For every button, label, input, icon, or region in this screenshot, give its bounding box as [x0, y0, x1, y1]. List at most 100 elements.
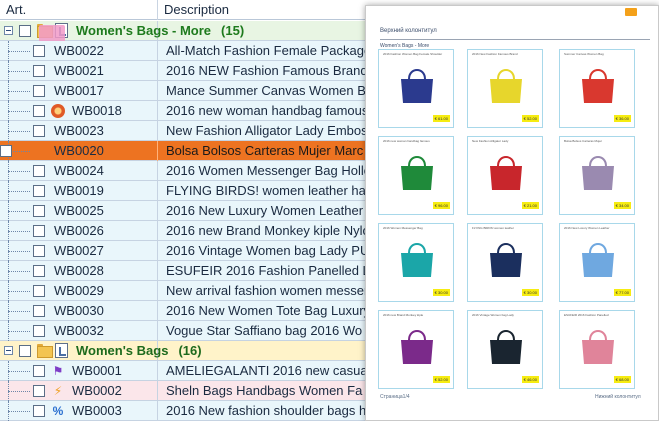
- product-price: € 61.00: [432, 115, 450, 122]
- handbag-image: [582, 330, 614, 364]
- handbag-image: [582, 69, 614, 103]
- product-card-caption: 2016 new woman handbag famous: [383, 140, 430, 143]
- product-price: € 68.00: [613, 376, 631, 383]
- product-price: € 34.00: [613, 202, 631, 209]
- product-card-caption: 2016 Vintage Women bag Lady: [472, 314, 514, 317]
- product-card[interactable]: FLYING BIRDS! women leather € 30.00: [467, 223, 543, 302]
- art-number: WB0019: [54, 183, 104, 198]
- product-card-caption: 2016 new Brand Monkey kiple: [383, 314, 424, 317]
- art-cell: WB0032: [0, 321, 158, 341]
- percent-icon: %: [52, 404, 64, 418]
- description-column-header[interactable]: Description: [158, 0, 368, 20]
- art-number: WB0026: [54, 223, 104, 238]
- row-checkbox[interactable]: [33, 325, 45, 337]
- row-checkbox[interactable]: [33, 285, 45, 297]
- product-price: € 30.00: [432, 289, 450, 296]
- row-checkbox[interactable]: [33, 245, 45, 257]
- row-checkbox[interactable]: [33, 205, 45, 217]
- tree-branch: [8, 271, 30, 272]
- tree-branch: [8, 231, 30, 232]
- art-cell: WB0021: [0, 61, 158, 81]
- product-price: € 46.00: [521, 376, 539, 383]
- row-checkbox[interactable]: [33, 265, 45, 277]
- lightning-icon: ⚡: [53, 384, 63, 398]
- row-checkbox[interactable]: [33, 385, 45, 397]
- product-card-caption: 2016 New Fashion Famous Brand: [472, 53, 518, 56]
- art-number: WB0020: [54, 143, 104, 158]
- art-cell: ⚡ WB0002: [0, 381, 158, 401]
- row-checkbox[interactable]: [33, 105, 45, 117]
- product-price: € 21.00: [521, 202, 539, 209]
- product-price: € 52.00: [432, 376, 450, 383]
- header-divider: [380, 39, 650, 40]
- product-card-caption: FLYING BIRDS! women leather: [472, 227, 514, 230]
- row-checkbox[interactable]: [33, 185, 45, 197]
- group-count: (15): [221, 23, 245, 38]
- row-checkbox[interactable]: [33, 405, 45, 417]
- art-number: WB0032: [54, 323, 104, 338]
- tree-branch: [8, 371, 30, 372]
- product-card[interactable]: 2016 Fashion Women Bag Female Shoulder € …: [378, 49, 454, 128]
- art-number: WB0003: [72, 403, 122, 418]
- art-cell: WB0027: [0, 241, 158, 261]
- product-card[interactable]: New Fashion Alligator Lady € 21.00: [467, 136, 543, 215]
- art-number: WB0017: [54, 83, 104, 98]
- row-checkbox[interactable]: [33, 85, 45, 97]
- tree-branch: [8, 251, 30, 252]
- art-cell: WB0023: [0, 121, 158, 141]
- page-footer-right: Нижний колонтитул: [595, 394, 641, 400]
- product-card-caption: 2016 New Luxury Women Leather: [564, 227, 610, 230]
- description-cell: Bolsa Bolsos Carteras Mujer Marc: [166, 143, 364, 158]
- art-number: WB0024: [54, 163, 104, 178]
- handbag-image: [401, 69, 433, 103]
- tree-branch: [8, 191, 30, 192]
- art-cell: WB0022: [0, 41, 158, 61]
- row-checkbox[interactable]: [0, 145, 12, 157]
- handbag-image: [401, 156, 433, 190]
- preview-toolbar-icon[interactable]: [625, 8, 637, 16]
- print-preview-page[interactable]: Верхний колонтитул Women's Bags - More 2…: [365, 5, 659, 421]
- product-card[interactable]: 2016 Vintage Women bag Lady € 46.00: [467, 310, 543, 389]
- product-card[interactable]: Summer Canvas Women Bag € 36.00: [559, 49, 635, 128]
- product-card[interactable]: 2016 New Fashion Famous Brand € 52.00: [467, 49, 543, 128]
- product-card[interactable]: 2016 new Brand Monkey kiple € 52.00: [378, 310, 454, 389]
- product-card-caption: ESUFEIR 2016 Fashion Panelled: [564, 314, 609, 317]
- tree-branch: [8, 391, 30, 392]
- row-checkbox[interactable]: [33, 125, 45, 137]
- row-checkbox[interactable]: [33, 45, 45, 57]
- tree-branch: [8, 51, 30, 52]
- group-checkbox[interactable]: [19, 25, 31, 37]
- product-card[interactable]: 2016 Women Messenger Bag € 30.00: [378, 223, 454, 302]
- description-cell: 2016 new woman handbag famous: [166, 103, 368, 118]
- row-checkbox[interactable]: [33, 305, 45, 317]
- row-checkbox[interactable]: [33, 365, 45, 377]
- art-number: WB0027: [54, 243, 104, 258]
- product-card[interactable]: 2016 new woman handbag famous € 96.00: [378, 136, 454, 215]
- product-card[interactable]: 2016 New Luxury Women Leather € 77.00: [559, 223, 635, 302]
- product-card[interactable]: Bolsa Bolsos Carteras Mujer € 34.00: [559, 136, 635, 215]
- description-cell: New arrival fashion women messer: [166, 283, 368, 298]
- handbag-image: [401, 330, 433, 364]
- group-title-text: Women's Bags - More: [76, 23, 212, 38]
- art-cell: WB0030: [0, 301, 158, 321]
- description-cell: 2016 Vintage Women bag Lady PU: [166, 243, 368, 258]
- art-cell: WB0017: [0, 81, 158, 101]
- folder-icon: [37, 344, 53, 358]
- art-column-header[interactable]: Art.: [0, 0, 158, 20]
- description-cell: 2016 New Women Tote Bag Luxury: [166, 303, 368, 318]
- art-cell: WB0029: [0, 281, 158, 301]
- art-cell: WB0018: [0, 101, 158, 121]
- description-cell: 2016 Women Messenger Bag Hollo: [166, 163, 368, 178]
- art-number: WB0022: [54, 43, 104, 58]
- collapse-toggle-icon[interactable]: [4, 26, 13, 35]
- row-checkbox[interactable]: [33, 65, 45, 77]
- row-checkbox[interactable]: [33, 165, 45, 177]
- description-cell: Mance Summer Canvas Women B: [166, 83, 366, 98]
- group-checkbox[interactable]: [19, 345, 31, 357]
- collapse-toggle-icon[interactable]: [4, 346, 13, 355]
- tree-branch: [8, 311, 30, 312]
- product-card[interactable]: ESUFEIR 2016 Fashion Panelled € 68.00: [559, 310, 635, 389]
- handbag-image: [490, 69, 522, 103]
- page-header-text: Верхний колонтитул: [380, 28, 437, 34]
- row-checkbox[interactable]: [33, 225, 45, 237]
